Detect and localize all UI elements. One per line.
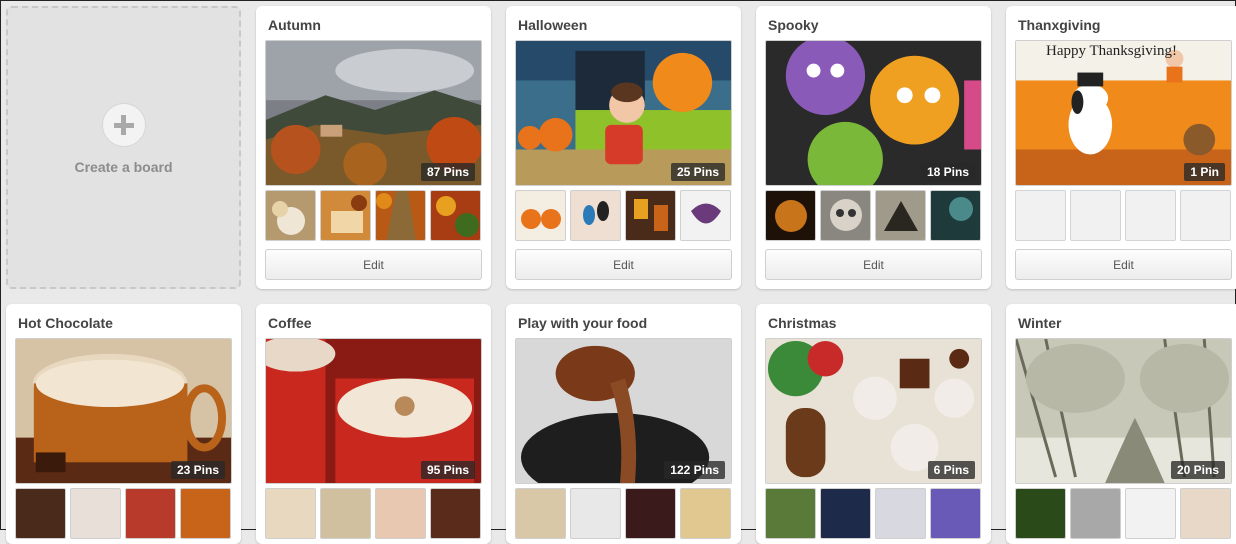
pin-count: 1 Pin — [1184, 163, 1225, 181]
board-card-thanxgiving[interactable]: Thanxgiving Happy Thanksgiving! 1 Pin Ed… — [1006, 6, 1236, 289]
thumbnail[interactable] — [1180, 488, 1231, 539]
thumbnail[interactable] — [765, 488, 816, 539]
edit-button[interactable]: Edit — [1015, 249, 1232, 280]
thumbnail-row — [515, 190, 732, 241]
thumbnail[interactable] — [875, 190, 926, 241]
pin-count: 25 Pins — [670, 163, 725, 181]
thumbnail[interactable] — [820, 190, 871, 241]
thumbnail-row — [1015, 190, 1232, 241]
thumbnail[interactable] — [930, 488, 981, 539]
board-title[interactable]: Autumn — [268, 17, 321, 33]
empty-thumbnail — [1070, 190, 1121, 241]
board-cover-image[interactable]: 20 Pins — [1015, 338, 1232, 484]
board-card-halloween[interactable]: Halloween 25 Pins Edit — [506, 6, 741, 289]
board-title[interactable]: Thanxgiving — [1018, 17, 1100, 33]
thumbnail[interactable] — [320, 190, 371, 241]
board-cover-image[interactable]: 23 Pins — [15, 338, 232, 484]
thumbnail[interactable] — [515, 190, 566, 241]
thumbnail[interactable] — [570, 488, 621, 539]
thumbnail[interactable] — [820, 488, 871, 539]
board-title[interactable]: Coffee — [268, 315, 312, 331]
board-card-winter[interactable]: Winter 20 Pins — [1006, 304, 1236, 544]
edit-button[interactable]: Edit — [765, 249, 982, 280]
thumbnail[interactable] — [680, 488, 731, 539]
thumbnail[interactable] — [15, 488, 66, 539]
board-cover-image[interactable]: 25 Pins — [515, 40, 732, 186]
thumbnail[interactable] — [680, 190, 731, 241]
board-card-autumn[interactable]: Autumn 87 Pins Edit — [256, 6, 491, 289]
thumbnail-row — [515, 488, 732, 539]
board-cover-image[interactable]: 87 Pins — [265, 40, 482, 186]
pin-count: 23 Pins — [170, 461, 225, 479]
board-cover-image[interactable]: Happy Thanksgiving! 1 Pin — [1015, 40, 1232, 186]
pin-count: 18 Pins — [920, 163, 975, 181]
board-cover-image[interactable]: 18 Pins — [765, 40, 982, 186]
pin-count: 122 Pins — [664, 461, 725, 479]
board-card-spooky[interactable]: Spooky 18 Pins Edit — [756, 6, 991, 289]
pin-count: 6 Pins — [927, 461, 975, 479]
pin-count: 95 Pins — [420, 461, 475, 479]
board-card-coffee[interactable]: Coffee 95 Pins — [256, 304, 491, 544]
board-title[interactable]: Christmas — [768, 315, 836, 331]
edit-button[interactable]: Edit — [515, 249, 732, 280]
thumbnail-row — [265, 190, 482, 241]
empty-thumbnail — [1180, 190, 1231, 241]
thumbnail[interactable] — [375, 190, 426, 241]
thumbnail[interactable] — [515, 488, 566, 539]
thumbnail[interactable] — [430, 190, 481, 241]
thumbnail-row — [1015, 488, 1232, 539]
thumbnail[interactable] — [1070, 488, 1121, 539]
board-card-christmas[interactable]: Christmas 6 Pins — [756, 304, 991, 544]
thumbnail[interactable] — [570, 190, 621, 241]
board-cover-image[interactable]: 95 Pins — [265, 338, 482, 484]
thumbnail[interactable] — [265, 488, 316, 539]
board-title[interactable]: Halloween — [518, 17, 587, 33]
cover-caption: Happy Thanksgiving! — [1046, 43, 1177, 59]
board-card-play-with-your-food[interactable]: Play with your food 122 Pins — [506, 304, 741, 544]
thumbnail[interactable] — [320, 488, 371, 539]
empty-thumbnail — [1015, 190, 1066, 241]
thumbnail[interactable] — [625, 488, 676, 539]
thumbnail[interactable] — [765, 190, 816, 241]
edit-button[interactable]: Edit — [265, 249, 482, 280]
pin-count: 87 Pins — [420, 163, 475, 181]
thumbnail[interactable] — [375, 488, 426, 539]
thumbnail-row — [15, 488, 232, 539]
board-card-hot-chocolate[interactable]: Hot Chocolate 23 Pins — [6, 304, 241, 544]
create-board-button[interactable]: Create a board — [6, 6, 241, 289]
thumbnail-row — [765, 190, 982, 241]
thumbnail[interactable] — [875, 488, 926, 539]
pin-count: 20 Pins — [1170, 461, 1225, 479]
board-title[interactable]: Hot Chocolate — [18, 315, 113, 331]
board-title[interactable]: Spooky — [768, 17, 819, 33]
plus-icon — [101, 103, 146, 147]
thumbnail-row — [265, 488, 482, 539]
thumbnail[interactable] — [1015, 488, 1066, 539]
board-title[interactable]: Winter — [1018, 315, 1061, 331]
thumbnail[interactable] — [625, 190, 676, 241]
board-title[interactable]: Play with your food — [518, 315, 647, 331]
thumbnail-row — [765, 488, 982, 539]
thumbnail[interactable] — [265, 190, 316, 241]
board-cover-image[interactable]: 6 Pins — [765, 338, 982, 484]
empty-thumbnail — [1125, 190, 1176, 241]
thumbnail[interactable] — [70, 488, 121, 539]
thumbnail[interactable] — [180, 488, 231, 539]
board-cover-image[interactable]: 122 Pins — [515, 338, 732, 484]
create-board-label: Create a board — [74, 159, 173, 175]
thumbnail[interactable] — [125, 488, 176, 539]
thumbnail[interactable] — [1125, 488, 1176, 539]
thumbnail[interactable] — [430, 488, 481, 539]
thumbnail[interactable] — [930, 190, 981, 241]
